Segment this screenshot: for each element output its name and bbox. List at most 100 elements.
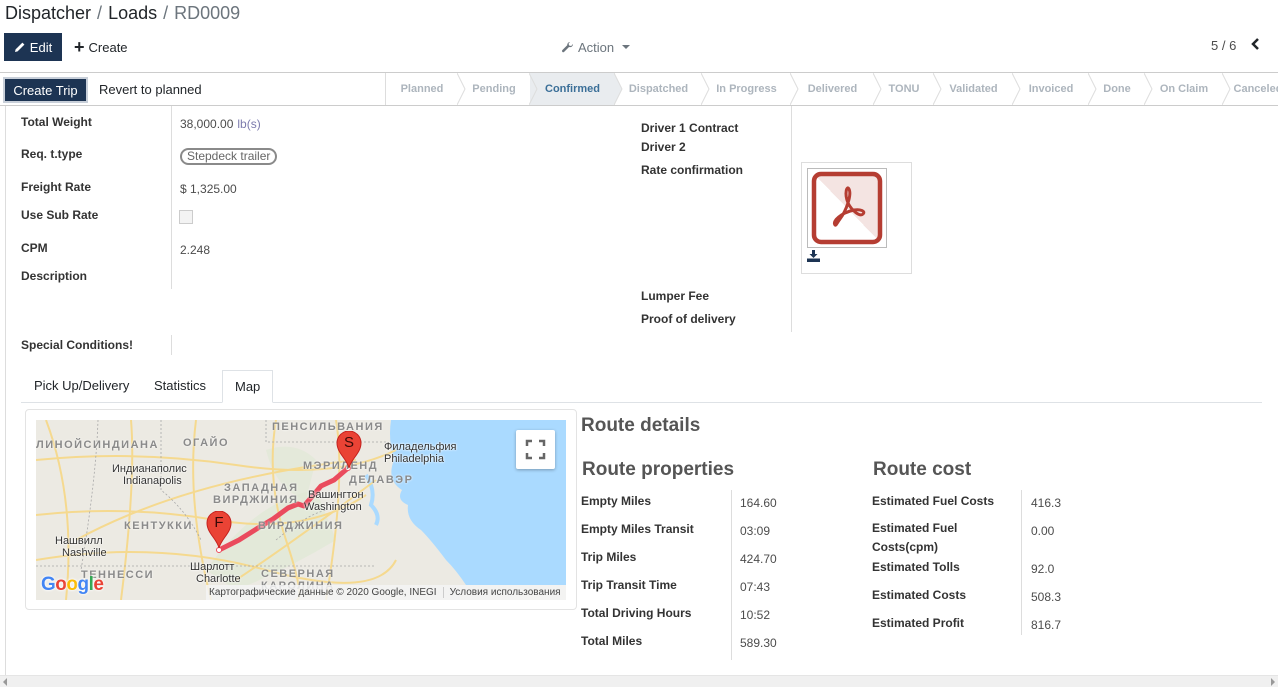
map-label-west-virginia-2: ВИРДЖИНИЯ — [213, 494, 299, 506]
create-button-label: Create — [88, 39, 128, 55]
map-label-philadelphia-ru: Филадельфия — [384, 441, 457, 453]
route-map[interactable]: ПЕНСИЛЬВАНИЯ ЛИНОЙС ИНДИАНА ОГАЙО Индиан… — [36, 420, 566, 600]
action-dropdown[interactable]: Action — [561, 33, 631, 61]
stage-arrow-icon — [529, 73, 538, 105]
route-cost-value: 92.0 — [1031, 562, 1055, 576]
route-cost-label: Estimated Fuel Costs(cpm) — [872, 519, 957, 557]
fullscreen-icon — [525, 439, 546, 460]
google-logo[interactable]: Google — [41, 574, 104, 596]
total-weight-label: Total Weight — [21, 115, 92, 129]
route-cost-label: Estimated Profit — [872, 616, 965, 630]
stage-in-progress[interactable]: In Progress — [702, 73, 799, 105]
breadcrumb-loads[interactable]: Loads — [108, 3, 157, 23]
status-stages: Planned Pending Confirmed Dispatched In Prog… — [385, 73, 1278, 105]
route-cost-label: Estimated Tolls — [872, 560, 960, 574]
breadcrumb-current: RD0009 — [174, 3, 241, 23]
map-label-pennsylvania: ПЕНСИЛЬВАНИЯ — [272, 421, 384, 433]
stage-label: TONU — [888, 83, 920, 95]
divider — [442, 586, 444, 598]
map-label-charlotte-en: Charlotte — [196, 573, 241, 585]
use-sub-rate-checkbox[interactable] — [179, 210, 193, 224]
edit-button-label: Edit — [29, 39, 53, 55]
use-sub-rate-label: Use Sub Rate — [21, 208, 99, 222]
stage-arrow-icon — [701, 73, 710, 105]
map-fullscreen-button[interactable] — [516, 430, 555, 469]
stage-arrow-icon — [873, 73, 882, 105]
stage-validated[interactable]: Validated — [934, 73, 1021, 105]
scroll-right-arrow[interactable] — [1271, 678, 1275, 686]
freight-rate-value: $ 1,325.00 — [180, 182, 237, 196]
route-property-value: 589.30 — [740, 636, 777, 650]
stage-arrow-icon — [1222, 73, 1231, 105]
create-button[interactable]: + Create — [74, 33, 128, 61]
map-label-indianapolis-en: Indianapolis — [123, 475, 182, 487]
finish-marker[interactable]: F — [206, 511, 232, 549]
logo-letter: o — [55, 574, 67, 595]
trailer-type-tag: Stepdeck trailer — [180, 148, 278, 165]
stage-label: Invoiced — [1028, 83, 1074, 95]
pager-value: 5 / 6 — [1211, 38, 1237, 53]
description-label: Description — [21, 269, 88, 283]
map-label-kentucky: КЕНТУККИ — [124, 520, 193, 532]
stage-label: Planned — [400, 83, 444, 95]
stage-label: Canceled — [1233, 83, 1278, 95]
map-label-illinois: ЛИНОЙС — [36, 439, 93, 451]
map-label-charlotte-ru: Шарлотт — [190, 561, 235, 573]
logo-letter: G — [41, 574, 56, 595]
stage-arrow-icon — [457, 73, 466, 105]
map-label-north-carolina-1: СЕВЕРНАЯ — [261, 568, 335, 580]
cpm-value: 2.248 — [180, 243, 211, 257]
route-property-value: 07:43 — [740, 580, 771, 594]
revert-to-planned-button[interactable]: Revert to planned — [99, 77, 202, 103]
stage-label: Delivered — [807, 83, 858, 95]
route-property-value: 10:52 — [740, 608, 771, 622]
total-weight-number: 38,000.00 — [180, 117, 234, 131]
req-ttype-field: Stepdeck trailer — [180, 148, 278, 165]
breadcrumb-dispatcher[interactable]: Dispatcher — [5, 3, 91, 23]
stage-on-claim[interactable]: On Claim — [1145, 73, 1231, 105]
stage-arrow-icon — [790, 73, 799, 105]
map-label-philadelphia-en: Philadelphia — [384, 453, 444, 465]
start-marker[interactable]: S — [336, 431, 362, 469]
stage-tonu[interactable]: TONU — [874, 73, 942, 105]
stage-planned[interactable]: Planned — [386, 73, 466, 105]
plus-icon: + — [74, 37, 85, 57]
pdf-icon — [811, 171, 883, 245]
chevron-left-icon — [1251, 38, 1259, 50]
breadcrumb: Dispatcher / Loads / RD0009 — [5, 3, 240, 24]
route-property-label: Total Miles — [581, 634, 643, 648]
stage-label: On Claim — [1159, 83, 1209, 95]
route-property-value: 164.60 — [740, 496, 777, 510]
edit-button[interactable]: Edit — [4, 33, 62, 61]
tab-pickup-delivery[interactable]: Pick Up/Delivery — [22, 370, 141, 403]
stage-label: Confirmed — [545, 83, 600, 95]
map-terms-link[interactable]: Условия использования — [450, 587, 561, 598]
stage-dispatched[interactable]: Dispatched — [615, 73, 710, 105]
stage-label: Pending — [472, 83, 516, 95]
map-label-washington-ru: Вашингтон — [308, 489, 364, 501]
stage-confirmed[interactable]: Confirmed — [530, 73, 623, 105]
stage-canceled[interactable]: Canceled — [1223, 73, 1278, 105]
route-property-value: 424.70 — [740, 552, 777, 566]
route-property-value: 03:09 — [740, 524, 771, 538]
stage-arrow-icon — [933, 73, 942, 105]
horizontal-scrollbar[interactable] — [0, 675, 1278, 687]
pager-previous-button[interactable] — [1250, 37, 1260, 54]
stage-delivered[interactable]: Delivered — [791, 73, 882, 105]
create-trip-button[interactable]: Create Trip — [3, 77, 88, 103]
caret-down-icon — [622, 45, 631, 49]
download-icon[interactable] — [807, 250, 820, 265]
tab-map[interactable]: Map — [222, 370, 274, 403]
route-cost-value: 816.7 — [1031, 618, 1062, 632]
stage-invoiced[interactable]: Invoiced — [1013, 73, 1097, 105]
tab-statistics[interactable]: Statistics — [142, 370, 218, 403]
scroll-left-arrow[interactable] — [3, 678, 7, 686]
proof-of-delivery-label: Proof of delivery — [641, 312, 736, 326]
stage-pending[interactable]: Pending — [458, 73, 538, 105]
route-details-title: Route details — [581, 415, 701, 436]
finish-marker-label: F — [214, 514, 224, 531]
stage-done[interactable]: Done — [1089, 73, 1153, 105]
pdf-preview[interactable] — [807, 168, 887, 248]
map-attribution-bar: Картографические данные © 2020 Google, I… — [206, 585, 566, 600]
map-label-nashville-en: Nashville — [62, 547, 107, 559]
